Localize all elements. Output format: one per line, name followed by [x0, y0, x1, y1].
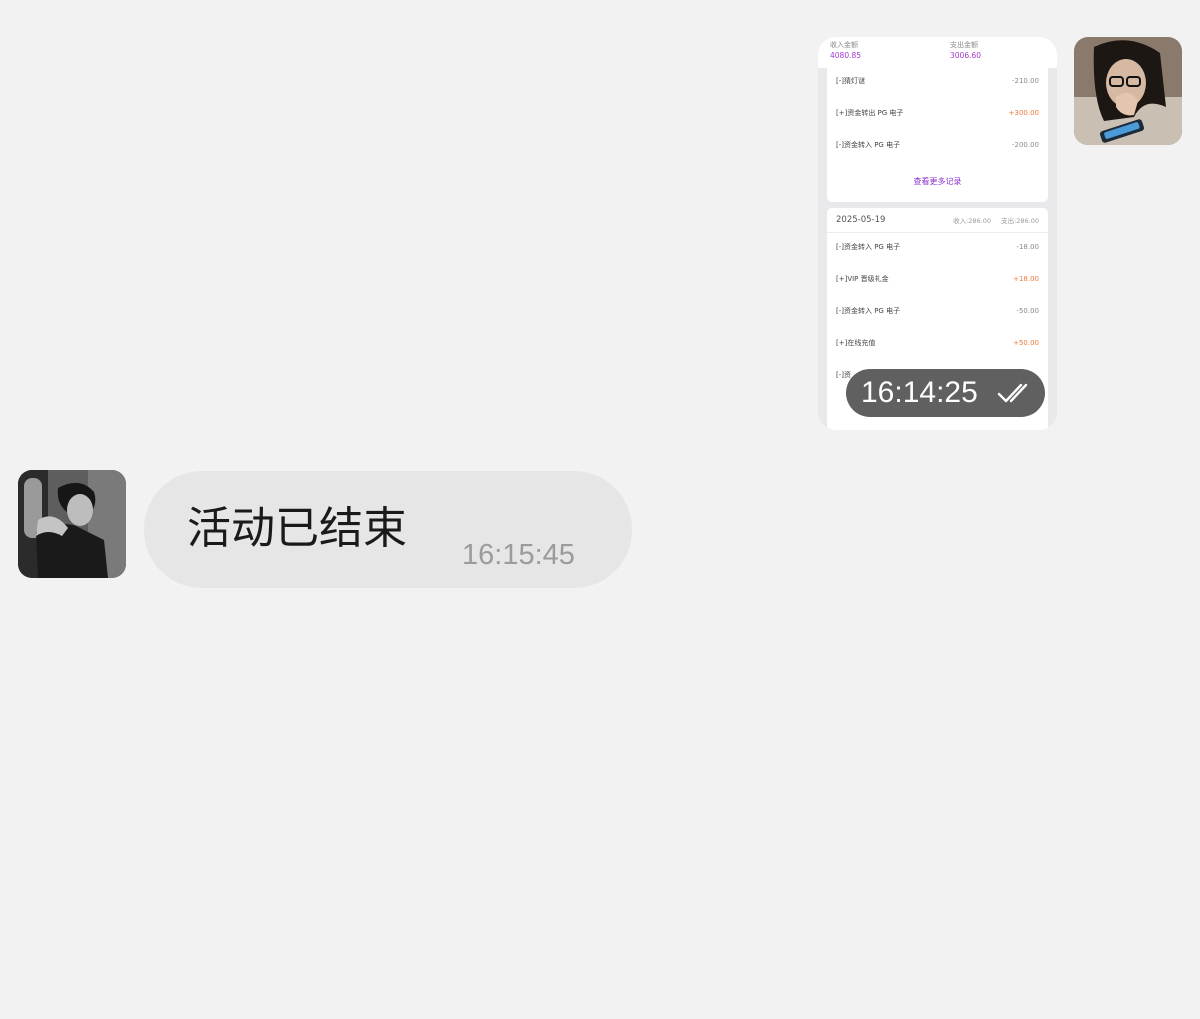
sender-avatar[interactable]: [1074, 37, 1182, 145]
transaction-row: [-]猜灯谜 -210.00: [827, 74, 1048, 88]
view-more-link: 查看更多记录: [913, 177, 962, 186]
transaction-row: [-]资金转入 PG 电子 -200.00: [827, 138, 1048, 152]
double-check-icon: [997, 383, 1028, 403]
transaction-card: [-]猜灯谜 -210.00 [+]资金转出 PG 电子 +300.00 [-]…: [827, 68, 1048, 202]
message-time-overlay: 16:14:25: [846, 369, 1045, 417]
daily-date: 2025-05-19: [836, 215, 886, 225]
transaction-amount: +18.00: [1013, 275, 1039, 283]
contact-avatar-photo: [18, 470, 126, 578]
daily-header: 2025-05-19 收入:286.00 支出:286.00: [827, 208, 1048, 233]
transaction-name: [+]VIP 晋级礼金: [836, 275, 889, 283]
contact-avatar[interactable]: [18, 470, 126, 578]
daily-income: 收入:286.00: [953, 217, 991, 225]
transaction-row: [-]资金转入 PG 电子 -18.00: [827, 240, 1048, 254]
text-message[interactable]: 活动已结束 16:15:45: [144, 471, 632, 588]
transaction-amount: -50.00: [1016, 307, 1039, 315]
chat-view: 收入金额 4080.85 支出金额 3006.60 [-]猜灯谜 -210.00…: [0, 0, 1200, 1019]
transaction-row: [+]VIP 晋级礼金 +18.00: [827, 272, 1048, 286]
transaction-name: [-]资金转入 PG 电子: [836, 141, 901, 149]
transaction-row: [-]资金转入 PG 电子 -50.00: [827, 304, 1048, 318]
transaction-row: [+]资金转出 PG 电子 +300.00: [827, 106, 1048, 120]
transaction-amount: +50.00: [1013, 339, 1039, 347]
transaction-amount: -200.00: [1011, 141, 1039, 149]
expense-value: 3006.60: [950, 51, 982, 60]
transaction-name: [+]在线充值: [836, 339, 876, 347]
transaction-amount: +300.00: [1008, 109, 1039, 117]
transaction-amount: -18.00: [1016, 243, 1039, 251]
summary-header: 收入金额 4080.85 支出金额 3006.60: [818, 37, 1057, 68]
transaction-name: [-]资金转入 PG 电子: [836, 307, 901, 315]
income-label: 收入金额: [830, 41, 858, 49]
transaction-name: [+]资金转出 PG 电子: [836, 109, 904, 117]
transaction-name: [-]猜灯谜: [836, 77, 865, 85]
expense-label: 支出金额: [950, 41, 978, 49]
transaction-row: [+]在线充值 +50.00: [827, 336, 1048, 350]
message-timestamp: 16:15:45: [462, 539, 575, 571]
message-text: 活动已结束: [187, 503, 407, 554]
income-value: 4080.85: [830, 51, 862, 60]
sender-avatar-photo: [1074, 37, 1182, 145]
message-timestamp: 16:14:25: [861, 376, 978, 409]
transaction-name: [-]资金转入 PG 电子: [836, 243, 901, 251]
transaction-amount: -210.00: [1011, 77, 1039, 85]
daily-expense: 支出:286.00: [1001, 217, 1039, 225]
